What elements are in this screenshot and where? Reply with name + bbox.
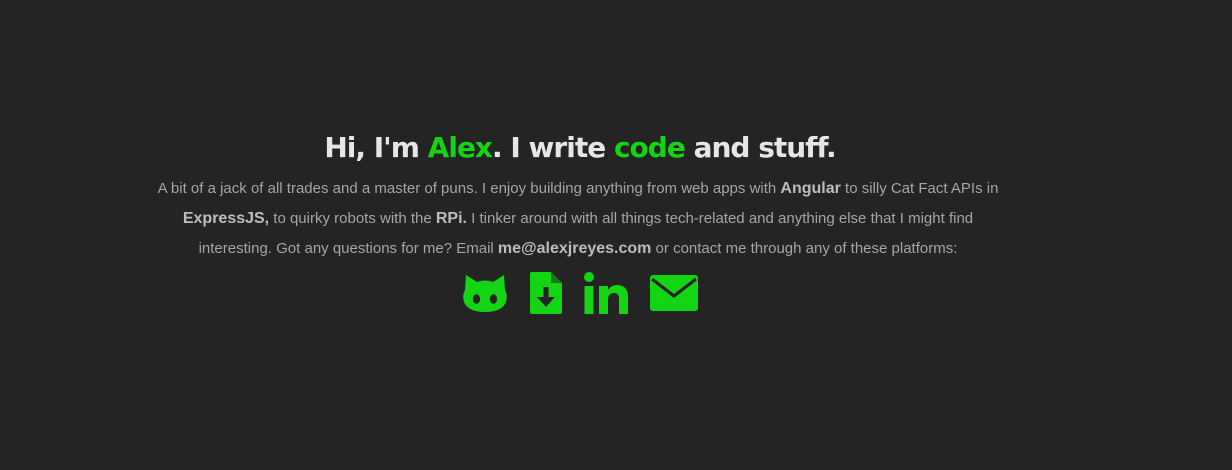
email-address[interactable]: me@alexjreyes.com: [498, 240, 651, 257]
hero-section: Hi, I'm Alex. I write code and stuff. A …: [0, 0, 1232, 470]
resume-link[interactable]: [530, 270, 562, 316]
bio-rpi: RPi.: [435, 210, 467, 227]
resume-download-icon: [530, 272, 562, 314]
linkedin-icon: [584, 272, 628, 314]
bio-text-3: to quirky robots with the: [269, 210, 436, 227]
linkedin-link[interactable]: [584, 270, 628, 316]
headline-end: and stuff.: [684, 131, 837, 164]
github-link[interactable]: [462, 270, 508, 316]
headline-greeting: Hi, I'm: [324, 131, 428, 164]
github-icon: [463, 275, 507, 312]
email-link[interactable]: [650, 270, 698, 316]
bio-text-5: or contact me through any of these platf…: [651, 240, 958, 257]
headline-code: code: [613, 131, 686, 164]
headline-middle: . I write: [492, 131, 614, 164]
social-links: [0, 270, 1160, 316]
bio-text-1: A bit of a jack of all trades and a mast…: [157, 180, 781, 197]
headline: Hi, I'm Alex. I write code and stuff.: [0, 130, 1160, 166]
bio-expressjs: ExpressJS,: [182, 210, 270, 227]
bio-paragraph: A bit of a jack of all trades and a mast…: [150, 174, 1006, 264]
headline-name: Alex: [427, 131, 493, 164]
bio-angular: Angular: [780, 180, 841, 197]
email-icon: [650, 275, 698, 311]
bio-text-2: to silly Cat Fact APIs in: [840, 180, 999, 197]
